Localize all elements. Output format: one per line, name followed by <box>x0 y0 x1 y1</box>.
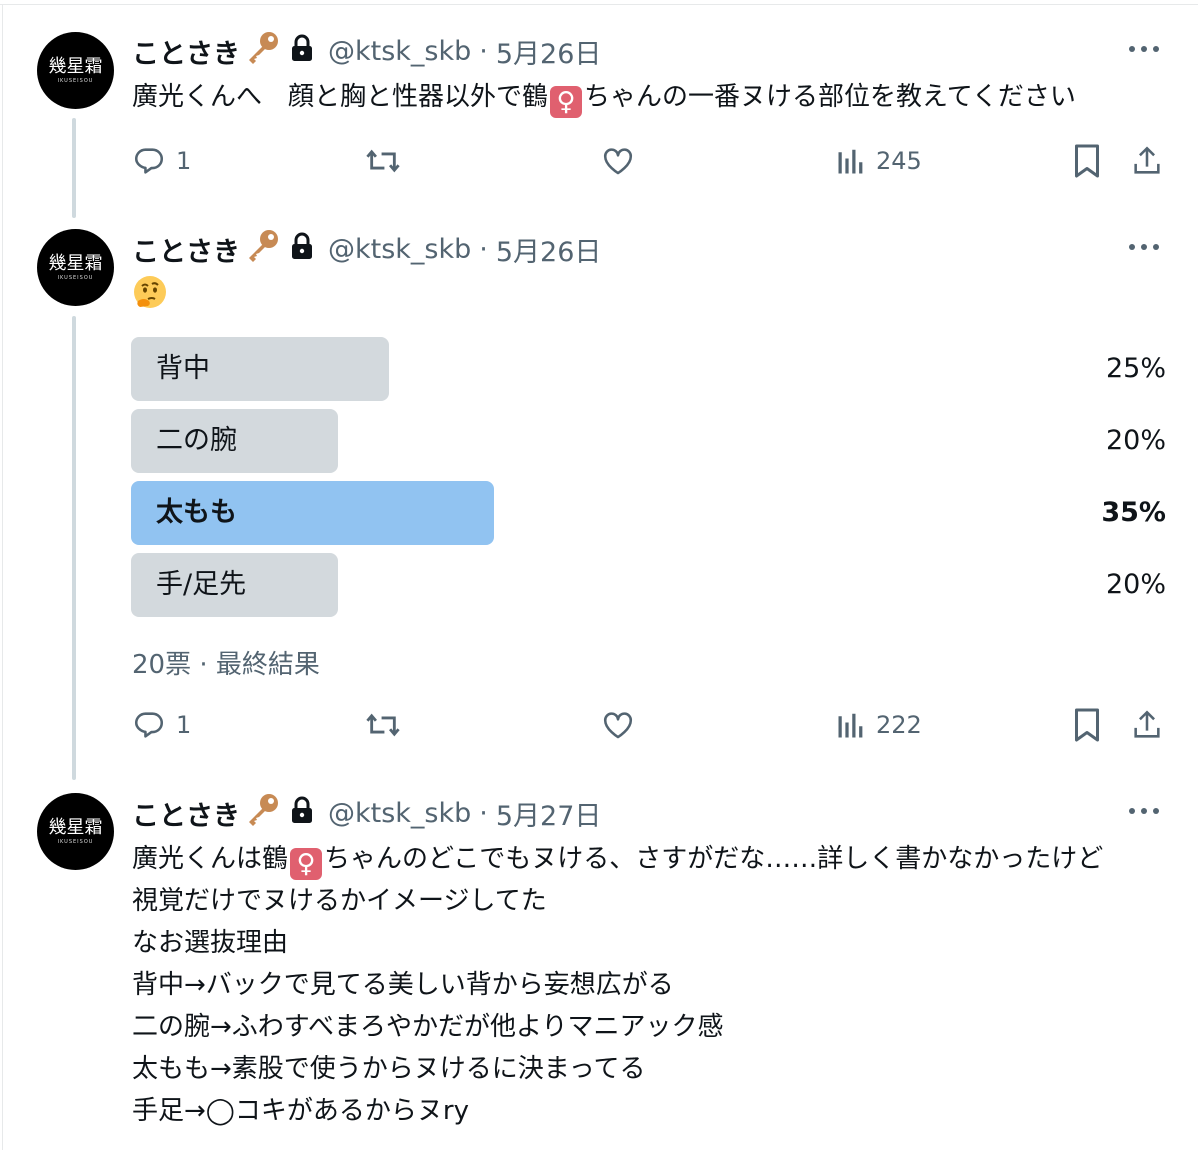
like-button[interactable] <box>601 141 635 181</box>
share-button[interactable] <box>1130 705 1164 745</box>
bookmark-button[interactable] <box>1072 705 1102 745</box>
bookmark-icon <box>1072 707 1102 743</box>
tweet-header: ことさき @ktsk_skb · 5月26日 <box>132 31 602 71</box>
separator-dot: · <box>479 233 488 265</box>
avatar[interactable]: 幾星霜 IKUSEISOU <box>37 32 114 109</box>
tweet-text-part: ちゃんのどこでもヌける、さすがだな……詳しく書かなかったけど <box>324 844 1104 874</box>
avatar-logo-subtext: IKUSEISOU <box>57 839 94 845</box>
avatar-logo-text: 幾星霜 <box>48 56 103 77</box>
tweet-date[interactable]: 5月26日 <box>496 230 602 269</box>
tweet-text: 廣光くんへ 顔と胸と性器以外で鶴 ♀ ちゃんの一番ヌける部位を教えてください <box>132 76 1076 118</box>
female-sign-emoji: ♀ <box>290 848 323 880</box>
avatar-logo-text: 幾星霜 <box>48 817 103 838</box>
poll-option-label: 背中 <box>156 353 210 384</box>
tweet-date[interactable]: 5月27日 <box>496 794 602 833</box>
share-icon <box>1130 144 1164 178</box>
like-button[interactable] <box>601 705 635 745</box>
heart-icon <box>601 708 635 742</box>
retweet-icon <box>364 144 402 178</box>
poll-option-percent: 20% <box>1105 569 1166 600</box>
more-options-icon[interactable] <box>1128 241 1160 253</box>
key-emoji-icon <box>244 792 280 835</box>
retweet-button[interactable] <box>364 705 402 745</box>
share-icon <box>1130 708 1164 742</box>
poll-option-label: 太もも <box>156 497 237 528</box>
reply-icon <box>132 708 166 742</box>
display-name[interactable]: ことさき <box>132 230 240 269</box>
avatar[interactable]: 幾星霜 IKUSEISOU <box>37 793 114 870</box>
tweet-text-part: 廣光くんへ 顔と胸と性器以外で鶴 <box>132 82 549 112</box>
tweet-text-line: 視覚だけでヌけるかイメージしてた <box>132 886 547 916</box>
views-button[interactable]: 245 <box>836 141 922 181</box>
tweet-date[interactable]: 5月26日 <box>496 32 602 71</box>
tweet-actions: 1 222 <box>132 705 1168 745</box>
analytics-icon <box>836 146 866 176</box>
reply-button[interactable]: 1 <box>132 705 191 745</box>
heart-icon <box>601 144 635 178</box>
avatar-logo-subtext: IKUSEISOU <box>57 275 94 281</box>
user-handle[interactable]: @ktsk_skb <box>328 234 471 265</box>
views-button[interactable]: 222 <box>836 705 922 745</box>
display-name[interactable]: ことさき <box>132 794 240 833</box>
tweet-text-line: なお選抜理由 <box>132 928 289 958</box>
user-handle[interactable]: @ktsk_skb <box>328 798 471 829</box>
frame-border-top <box>0 4 1198 5</box>
reply-count: 1 <box>176 711 192 739</box>
thread-line <box>72 118 76 218</box>
separator-dot: · <box>479 35 488 67</box>
tweet-header: ことさき @ktsk_skb · 5月27日 <box>132 793 602 833</box>
view-count: 245 <box>876 147 922 175</box>
more-options-icon[interactable] <box>1128 43 1160 55</box>
poll-option-label: 二の腕 <box>156 425 237 456</box>
tweet-text-line: 背中→バックで見てる美しい背から妄想広がる <box>132 970 674 1000</box>
reply-button[interactable]: 1 <box>132 141 191 181</box>
thread-line <box>72 316 76 780</box>
user-handle[interactable]: @ktsk_skb <box>328 36 471 67</box>
poll-option-label: 手/足先 <box>156 569 247 600</box>
separator-dot: · <box>479 797 488 829</box>
tweet-header: ことさき @ktsk_skb · 5月26日 <box>132 229 602 269</box>
tweet-text: 廣光くんは鶴 ♀ ちゃんのどこでもヌける、さすがだな……詳しく書かなかったけど 視覚… <box>132 838 1103 1132</box>
poll-meta: 20票 · 最終結果 <box>132 650 320 680</box>
poll-option-percent: 25% <box>1105 353 1166 384</box>
tweet-text-line: 廣光くんは鶴 ♀ ちゃんのどこでもヌける、さすがだな……詳しく書かなかったけど <box>132 838 1103 880</box>
display-name[interactable]: ことさき <box>132 32 240 71</box>
key-emoji-icon <box>244 30 280 73</box>
tweet-text-line: 太もも→素股で使うからヌけるに決まってる <box>132 1054 646 1084</box>
retweet-button[interactable] <box>364 141 402 181</box>
bookmark-button[interactable] <box>1072 141 1102 181</box>
thinking-face-emoji <box>132 274 168 310</box>
lock-icon <box>290 232 314 267</box>
key-emoji-icon <box>244 228 280 271</box>
reply-icon <box>132 144 166 178</box>
tweet-actions: 1 245 <box>132 141 1168 181</box>
avatar[interactable]: 幾星霜 IKUSEISOU <box>37 229 114 306</box>
more-options-icon[interactable] <box>1128 805 1160 817</box>
lock-icon <box>290 796 314 831</box>
reply-count: 1 <box>176 147 192 175</box>
analytics-icon <box>836 710 866 740</box>
avatar-logo-subtext: IKUSEISOU <box>57 78 94 84</box>
tweet-text-part: ちゃんの一番ヌける部位を教えてください <box>584 82 1076 112</box>
lock-icon <box>290 34 314 69</box>
avatar-logo-text: 幾星霜 <box>48 253 103 274</box>
frame-border-left <box>2 4 3 1150</box>
retweet-icon <box>364 708 402 742</box>
female-sign-emoji: ♀ <box>550 86 583 118</box>
poll-option-percent: 20% <box>1105 425 1166 456</box>
bookmark-icon <box>1072 143 1102 179</box>
poll-option-percent: 35% <box>1101 497 1166 528</box>
share-button[interactable] <box>1130 141 1164 181</box>
view-count: 222 <box>876 711 922 739</box>
tweet-text-line: 二の腕→ふわすべまろやかだが他よりマニアック感 <box>132 1012 724 1042</box>
tweet-text-line: 手足→◯コキがあるからヌry <box>132 1096 469 1126</box>
tweet-text-part: 廣光くんは鶴 <box>132 844 289 874</box>
